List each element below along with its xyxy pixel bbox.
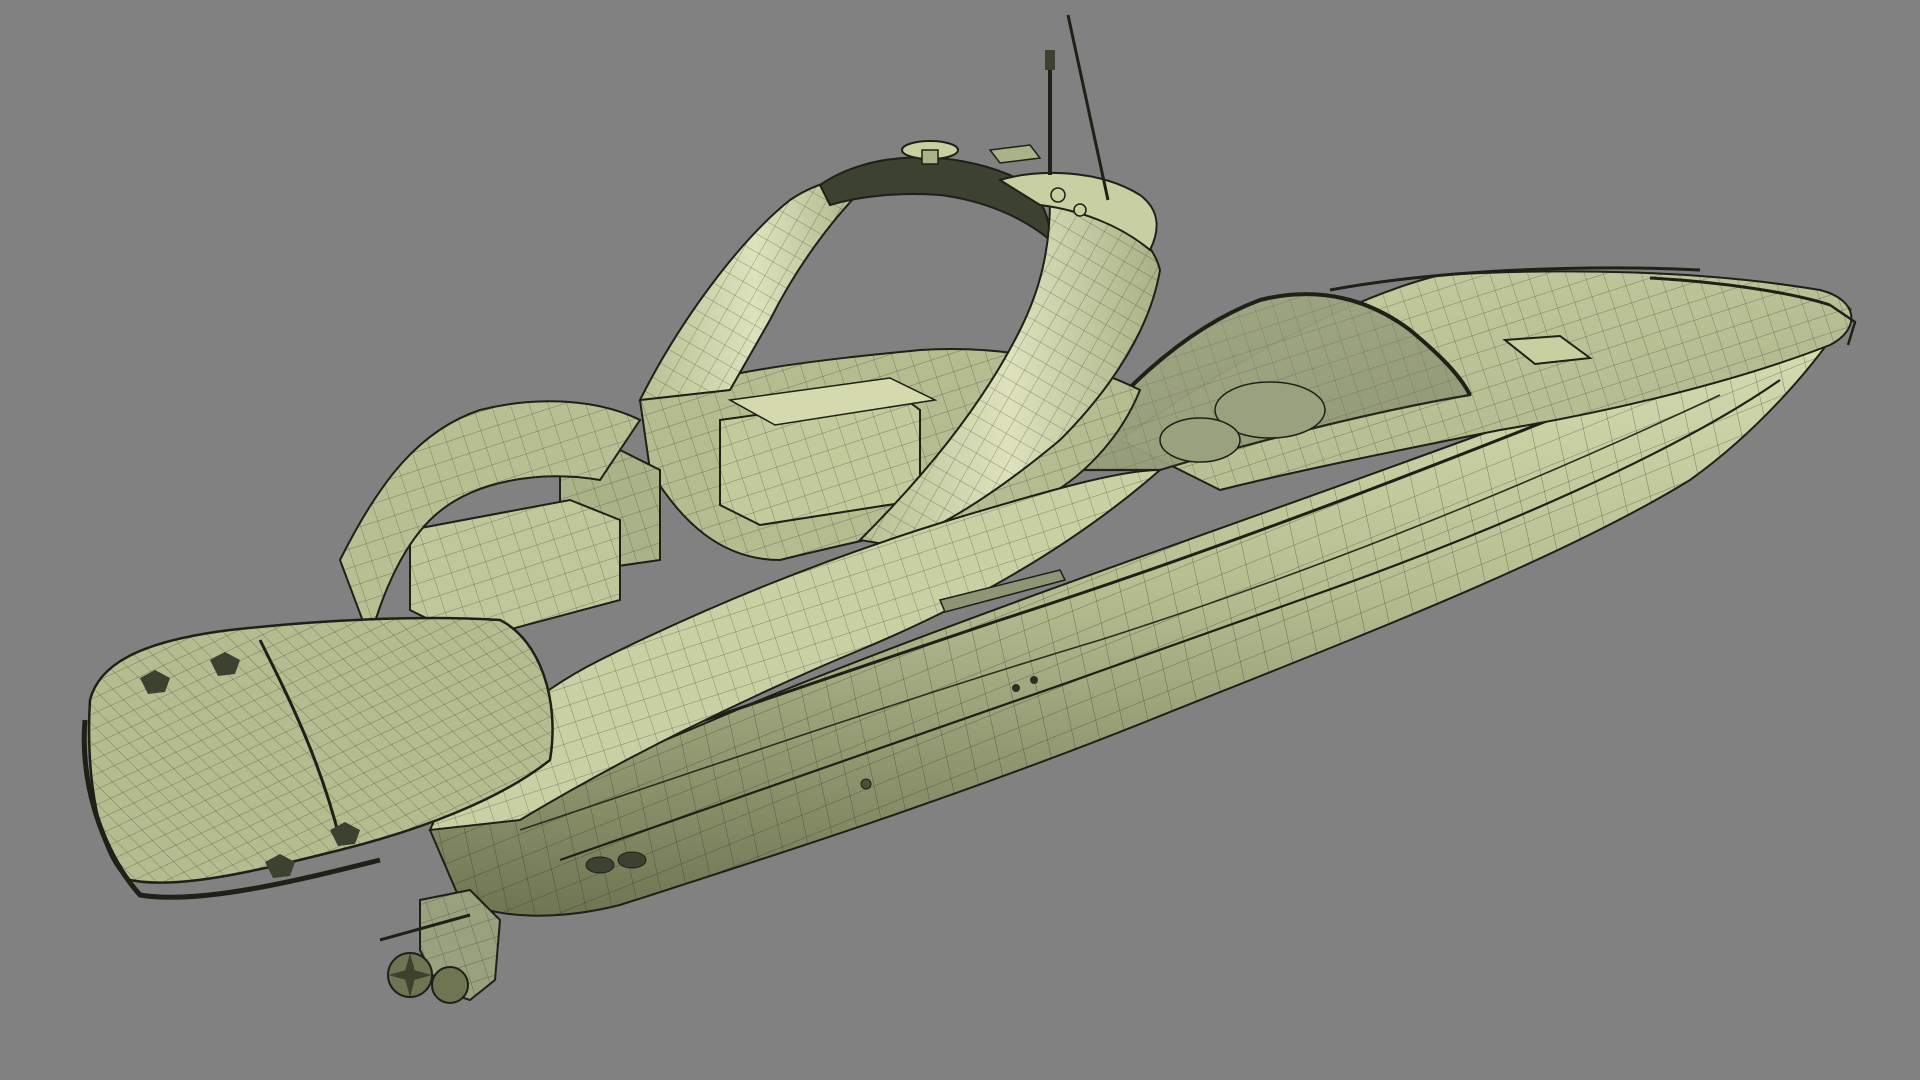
hull-fitting-2 (860, 778, 872, 790)
nav-light-icon (1050, 187, 1066, 203)
helm-seat-2-icon (1159, 417, 1241, 463)
antenna-tip (1045, 50, 1055, 70)
propeller-2-icon (431, 966, 469, 1004)
3d-viewport[interactable] (0, 0, 1920, 1080)
hull-vent-a (1012, 684, 1020, 692)
outdrive[interactable] (379, 888, 502, 1004)
antenna-icon (1066, 14, 1110, 201)
radar-dome-base (921, 149, 939, 165)
exhaust-port-icon (585, 856, 615, 874)
hull-vent-b (1030, 676, 1038, 684)
nav-light-2-icon (1073, 203, 1087, 217)
exhaust-port-2-icon (617, 851, 647, 869)
spotlight-icon (988, 144, 1042, 164)
boat-model-render[interactable] (0, 0, 1920, 1080)
arch-top-pad (818, 156, 1052, 243)
